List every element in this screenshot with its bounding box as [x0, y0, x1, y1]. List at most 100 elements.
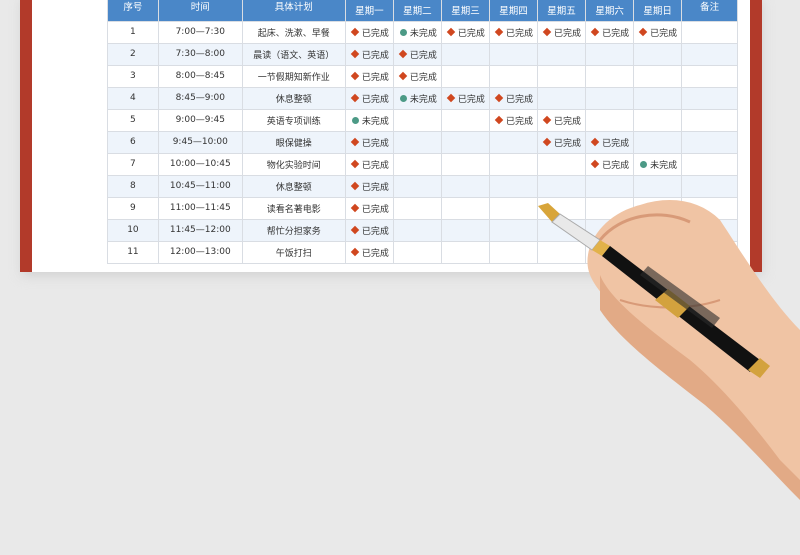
cell-status[interactable]: [537, 240, 587, 264]
cell-status[interactable]: 已完成: [344, 20, 394, 44]
cell-status[interactable]: 已完成: [344, 240, 394, 264]
cell-no[interactable]: 8: [107, 174, 159, 198]
cell-status[interactable]: 已完成: [344, 64, 394, 88]
cell-status[interactable]: [585, 86, 635, 110]
cell-plan[interactable]: 休息整顿: [241, 86, 346, 110]
cell-status[interactable]: [488, 240, 539, 264]
cell-plan[interactable]: 一节假期知新作业: [241, 64, 346, 88]
cell-status[interactable]: [633, 64, 683, 88]
cell-plan[interactable]: 物化实验时间: [241, 152, 346, 176]
cell-status[interactable]: [633, 42, 683, 66]
cell-status[interactable]: [537, 42, 587, 66]
cell-no[interactable]: 6: [107, 130, 159, 154]
cell-status[interactable]: 已完成: [537, 20, 587, 44]
cell-status[interactable]: 已完成: [392, 42, 442, 66]
cell-no[interactable]: 11: [107, 240, 159, 264]
cell-status[interactable]: [440, 42, 490, 66]
cell-status[interactable]: 已完成: [537, 108, 587, 132]
cell-time[interactable]: 9:45—10:00: [157, 130, 243, 154]
cell-status[interactable]: 未完成: [633, 152, 683, 176]
cell-no[interactable]: 10: [107, 218, 159, 242]
cell-note[interactable]: [681, 174, 738, 198]
cell-note[interactable]: [681, 218, 738, 242]
cell-note[interactable]: [681, 64, 738, 88]
cell-status[interactable]: 未完成: [392, 86, 442, 110]
cell-status[interactable]: 未完成: [392, 20, 442, 44]
cell-status[interactable]: [488, 152, 539, 176]
cell-status[interactable]: 已完成: [488, 86, 539, 110]
cell-plan[interactable]: 帮忙分担家务: [241, 218, 346, 242]
cell-status[interactable]: [585, 42, 635, 66]
cell-status[interactable]: [633, 240, 683, 264]
cell-status[interactable]: 已完成: [344, 130, 394, 154]
cell-status[interactable]: [633, 196, 683, 220]
cell-no[interactable]: 1: [107, 20, 159, 44]
cell-plan[interactable]: 午饭打扫: [241, 240, 346, 264]
cell-status[interactable]: [440, 108, 490, 132]
cell-plan[interactable]: 读看名著电影: [241, 196, 346, 220]
cell-status[interactable]: [585, 196, 635, 220]
cell-status[interactable]: 未完成: [344, 108, 394, 132]
cell-no[interactable]: 2: [107, 42, 159, 66]
cell-status[interactable]: [537, 218, 587, 242]
cell-status[interactable]: [392, 174, 442, 198]
cell-note[interactable]: [681, 86, 738, 110]
cell-status[interactable]: [585, 64, 635, 88]
cell-status[interactable]: 已完成: [344, 196, 394, 220]
cell-status[interactable]: 已完成: [344, 42, 394, 66]
cell-plan[interactable]: 起床、洗漱、早餐: [241, 20, 346, 44]
cell-status[interactable]: [440, 152, 490, 176]
cell-status[interactable]: [440, 240, 490, 264]
cell-status[interactable]: 已完成: [344, 152, 394, 176]
cell-time[interactable]: 9:00—9:45: [157, 108, 243, 132]
cell-plan[interactable]: 休息整顿: [241, 174, 346, 198]
cell-status[interactable]: [585, 108, 635, 132]
cell-time[interactable]: 7:00—7:30: [157, 20, 243, 44]
cell-status[interactable]: 已完成: [488, 20, 539, 44]
cell-status[interactable]: [633, 174, 683, 198]
cell-status[interactable]: [488, 196, 539, 220]
cell-status[interactable]: [488, 130, 539, 154]
cell-status[interactable]: 已完成: [585, 20, 635, 44]
cell-status[interactable]: 已完成: [344, 174, 394, 198]
cell-time[interactable]: 8:00—8:45: [157, 64, 243, 88]
cell-status[interactable]: [392, 108, 442, 132]
cell-plan[interactable]: 晨读（语文、英语）: [241, 42, 346, 66]
cell-status[interactable]: [392, 130, 442, 154]
cell-status[interactable]: [633, 130, 683, 154]
cell-note[interactable]: [681, 130, 738, 154]
cell-status[interactable]: [440, 218, 490, 242]
cell-status[interactable]: 已完成: [440, 20, 490, 44]
cell-status[interactable]: 已完成: [392, 64, 442, 88]
cell-status[interactable]: [633, 218, 683, 242]
cell-status[interactable]: 已完成: [488, 108, 539, 132]
cell-status[interactable]: [585, 240, 635, 264]
cell-status[interactable]: [537, 196, 587, 220]
cell-time[interactable]: 8:45—9:00: [157, 86, 243, 110]
cell-status[interactable]: [537, 174, 587, 198]
cell-status[interactable]: [633, 108, 683, 132]
cell-time[interactable]: 12:00—13:00: [157, 240, 243, 264]
cell-status[interactable]: 已完成: [440, 86, 490, 110]
cell-plan[interactable]: 英语专项训练: [241, 108, 346, 132]
cell-status[interactable]: [488, 42, 539, 66]
cell-no[interactable]: 5: [107, 108, 159, 132]
cell-note[interactable]: [681, 196, 738, 220]
cell-status[interactable]: [392, 240, 442, 264]
cell-status[interactable]: [537, 64, 587, 88]
cell-time[interactable]: 10:45—11:00: [157, 174, 243, 198]
cell-status[interactable]: [440, 174, 490, 198]
cell-status[interactable]: [392, 152, 442, 176]
cell-no[interactable]: 3: [107, 64, 159, 88]
cell-status[interactable]: [585, 174, 635, 198]
cell-status[interactable]: 已完成: [633, 20, 683, 44]
cell-status[interactable]: [440, 196, 490, 220]
cell-status[interactable]: [585, 218, 635, 242]
cell-note[interactable]: [681, 152, 738, 176]
cell-status[interactable]: [392, 218, 442, 242]
cell-status[interactable]: 已完成: [344, 218, 394, 242]
cell-note[interactable]: [681, 42, 738, 66]
cell-status[interactable]: 已完成: [585, 152, 635, 176]
cell-status[interactable]: 已完成: [537, 130, 587, 154]
cell-status[interactable]: [537, 152, 587, 176]
